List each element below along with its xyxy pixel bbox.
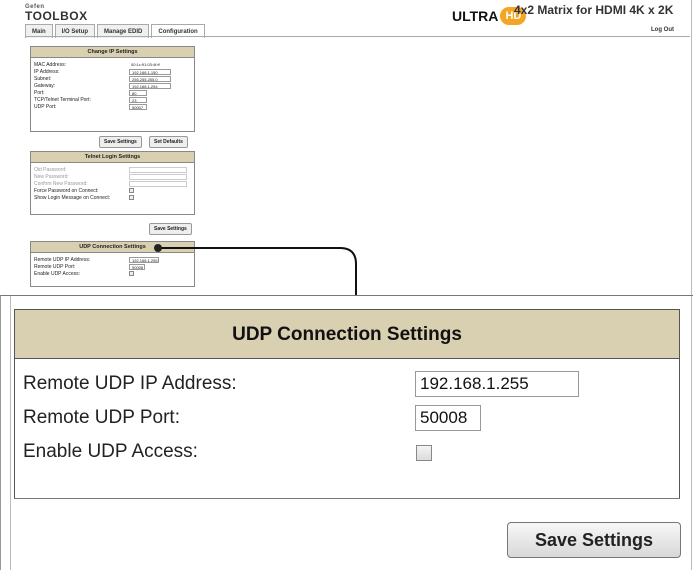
new-password-row: New Password: — [31, 173, 194, 180]
udp-ip-field-small[interactable]: 192.168.1.255 — [129, 256, 159, 263]
confirm-password-row: Confirm New Password: — [31, 180, 194, 187]
ip-label: IP Address: — [34, 68, 60, 75]
udp-enable-row-small: Enable UDP Access: — [31, 270, 194, 277]
ip-settings-panel: Change IP Settings MAC Address: 00:1c:91:… — [30, 46, 195, 148]
enable-udp-label: Enable UDP Access: — [23, 441, 198, 462]
udp-settings-title-small: UDP Connection Settings — [31, 242, 194, 253]
remote-udp-ip-label: Remote UDP IP Address: — [23, 373, 237, 394]
udp-port-field-small[interactable]: 50008 — [129, 263, 145, 270]
confirm-password-field[interactable] — [129, 180, 187, 187]
ip-row-mac: MAC Address: 00:1c:91:03:4f:ff — [31, 61, 194, 68]
ip-row-ip: IP Address: 192.168.1.150 — [31, 68, 194, 75]
ip-row-telnet: TCP/Telnet Terminal Port: 23 — [31, 96, 194, 103]
zoomed-callout: UDP Connection Settings Remote UDP IP Ad… — [0, 295, 693, 570]
udp-port-row-small: Remote UDP Port: 50008 — [31, 263, 194, 270]
udp-port-field[interactable]: 50007 — [129, 103, 147, 110]
udp-enable-label-small: Enable UDP Access: — [34, 270, 81, 277]
ip-settings-title: Change IP Settings — [31, 47, 194, 58]
confirm-password-label: Confirm New Password: — [34, 180, 88, 187]
udp-settings-panel: UDP Connection Settings — [14, 309, 680, 499]
remote-udp-ip-input[interactable]: 192.168.1.255 — [415, 371, 579, 397]
brand-name: TOOLBOX — [25, 9, 88, 23]
show-login-checkbox[interactable] — [129, 195, 134, 200]
save-settings-button[interactable]: Save Settings — [507, 522, 681, 558]
ip-row-gateway: Gateway: 192.168.1.254 — [31, 82, 194, 89]
show-login-label: Show Login Message on Connect: — [34, 194, 111, 201]
telnet-settings-panel: Telnet Login Settings Old Password: New … — [30, 151, 195, 235]
mac-value: 00:1c:91:03:4f:ff — [131, 61, 160, 67]
ip-save-button[interactable]: Save Settings — [99, 136, 142, 148]
panel-divider — [14, 498, 680, 499]
subnet-field[interactable]: 255.255.255.0 — [129, 75, 171, 82]
ip-row-port: Port: 80 — [31, 89, 194, 96]
tab-divider — [25, 36, 690, 37]
udp-settings-title: UDP Connection Settings — [15, 310, 679, 359]
old-password-row: Old Password: — [31, 166, 194, 173]
telnet-port-label: TCP/Telnet Terminal Port: — [34, 96, 91, 103]
force-password-row: Force Password on Connect: — [31, 187, 194, 194]
new-password-field[interactable] — [129, 173, 187, 180]
udp-ip-row-small: Remote UDP IP Address: 192.168.1.255 — [31, 256, 194, 263]
gateway-field[interactable]: 192.168.1.254 — [129, 82, 171, 89]
ip-row-udp: UDP Port: 50007 — [31, 103, 194, 110]
telnet-settings-title: Telnet Login Settings — [31, 152, 194, 163]
old-password-label: Old Password: — [34, 166, 67, 173]
brand-logo: Gefen TOOLBOX — [25, 3, 88, 23]
logout-link[interactable]: Log Out — [651, 27, 674, 33]
remote-udp-port-input[interactable]: 50008 — [415, 405, 481, 431]
product-title: 4x2 Matrix for HDMI 4K x 2K — [514, 3, 674, 17]
udp-settings-panel-small: UDP Connection Settings Remote UDP IP Ad… — [30, 241, 195, 287]
remote-udp-port-label: Remote UDP Port: — [23, 407, 180, 428]
udp-port-label: UDP Port: — [34, 103, 57, 110]
force-password-checkbox[interactable] — [129, 188, 134, 193]
mac-label: MAC Address: — [34, 61, 66, 68]
force-password-label: Force Password on Connect: — [34, 187, 99, 194]
callout-dot — [154, 244, 162, 252]
gateway-label: Gateway: — [34, 82, 56, 89]
new-password-label: New Password: — [34, 173, 69, 180]
set-defaults-button[interactable]: Set Defaults — [149, 136, 188, 148]
port-field[interactable]: 80 — [129, 89, 147, 96]
logo-text: ULTRA — [452, 8, 499, 24]
subnet-label: Subnet: — [34, 75, 52, 82]
enable-udp-checkbox[interactable] — [416, 445, 432, 461]
telnet-port-field[interactable]: 23 — [129, 96, 147, 103]
udp-enable-checkbox-small[interactable] — [129, 271, 134, 276]
ip-address-field[interactable]: 192.168.1.150 — [129, 68, 171, 75]
show-login-row: Show Login Message on Connect: — [31, 194, 194, 201]
port-label: Port: — [34, 89, 45, 96]
udp-port-label-small: Remote UDP Port: — [34, 263, 76, 270]
ip-row-subnet: Subnet: 255.255.255.0 — [31, 75, 194, 82]
telnet-save-button[interactable]: Save Settings — [149, 223, 192, 235]
app-screenshot: Gefen TOOLBOX Main I/O Setup Manage EDID… — [0, 0, 693, 300]
udp-ip-label-small: Remote UDP IP Address: — [34, 256, 91, 263]
old-password-field[interactable] — [129, 166, 187, 173]
